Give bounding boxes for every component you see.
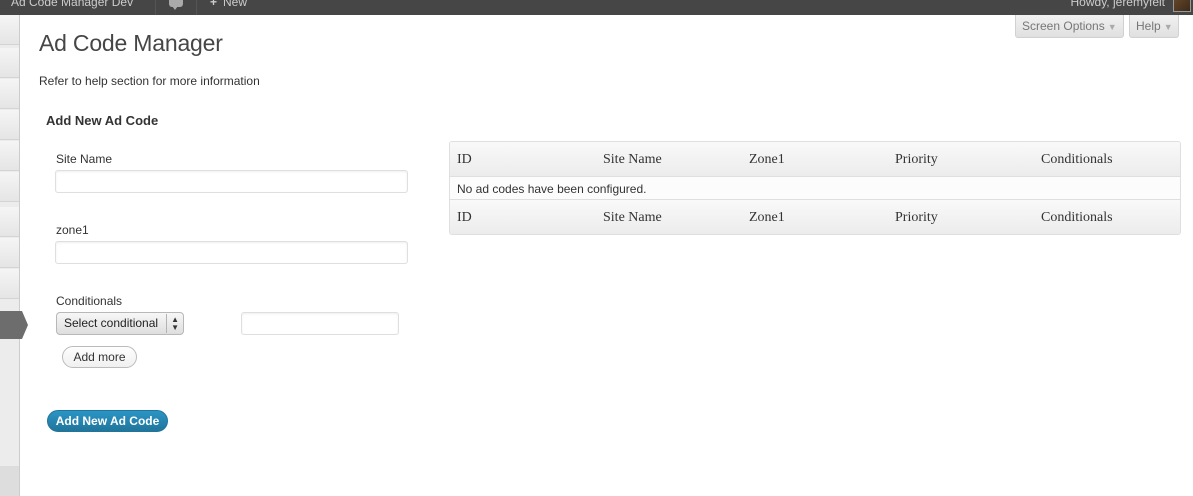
comments-icon <box>169 0 183 10</box>
conditional-value-input[interactable] <box>241 312 399 335</box>
menu-item-dashboard[interactable] <box>0 15 19 45</box>
add-new-ad-code-button[interactable]: Add New Ad Code <box>47 410 168 432</box>
menu-item-plugins[interactable] <box>0 238 19 268</box>
column-footer-priority[interactable]: Priority <box>895 200 938 234</box>
column-footer-zone1[interactable]: Zone1 <box>749 200 785 234</box>
screen-options-label: Screen Options <box>1022 19 1105 33</box>
menu-item-links[interactable] <box>0 110 19 140</box>
column-footer-site-name[interactable]: Site Name <box>603 200 662 234</box>
zone1-input[interactable] <box>55 241 408 264</box>
help-tab[interactable]: Help ▼ <box>1129 15 1179 38</box>
avatar[interactable] <box>1173 0 1191 12</box>
column-header-priority[interactable]: Priority <box>895 142 938 177</box>
zone1-label: zone1 <box>56 223 89 237</box>
site-name-input[interactable] <box>55 170 408 193</box>
new-label: New <box>223 0 248 9</box>
column-header-id[interactable]: ID <box>457 142 472 177</box>
help-label: Help <box>1136 19 1161 33</box>
menu-collapse[interactable] <box>0 466 19 496</box>
admin-bar: Ad Code Manager Dev + New Howdy, jeremyfe… <box>0 0 1193 15</box>
table-footer: ID Site Name Zone1 Priority Conditionals <box>450 199 1180 234</box>
comments-link[interactable] <box>157 0 197 15</box>
conditionals-label: Conditionals <box>56 294 123 308</box>
menu-item-media[interactable] <box>0 79 19 109</box>
select-divider <box>166 314 167 333</box>
admin-menu <box>0 15 28 496</box>
column-header-zone1[interactable]: Zone1 <box>749 142 785 177</box>
add-ad-code-heading: Add New Ad Code <box>46 113 159 128</box>
chevron-down-icon: ▼ <box>1163 22 1173 32</box>
conditional-select-value: Select conditional <box>64 316 159 330</box>
menu-item-posts[interactable] <box>0 48 19 78</box>
chevron-down-icon: ▼ <box>1107 22 1117 32</box>
select-arrows-icon: ▲ ▼ <box>171 315 179 332</box>
menu-item-appearance[interactable] <box>0 207 19 237</box>
table-row: No ad codes have been configured. <box>450 177 1180 199</box>
column-footer-id[interactable]: ID <box>457 200 472 234</box>
column-header-site-name[interactable]: Site Name <box>603 142 662 177</box>
menu-item-tools-current[interactable] <box>0 311 28 339</box>
add-more-button[interactable]: Add more <box>62 346 137 368</box>
new-content-link[interactable]: + New <box>198 0 247 15</box>
site-name-link[interactable]: Ad Code Manager Dev <box>0 0 156 15</box>
screen-options-tab[interactable]: Screen Options ▼ <box>1015 15 1124 38</box>
empty-message: No ad codes have been configured. <box>457 182 647 196</box>
site-name-label: Site Name <box>56 152 113 166</box>
column-header-conditionals[interactable]: Conditionals <box>1041 142 1113 177</box>
menu-item-comments[interactable] <box>0 172 19 202</box>
column-footer-conditionals[interactable]: Conditionals <box>1041 200 1113 234</box>
table-header: ID Site Name Zone1 Priority Conditionals <box>450 142 1180 177</box>
menu-item-pages[interactable] <box>0 141 19 171</box>
help-note: Refer to help section for more informati… <box>39 74 260 88</box>
menu-item-users[interactable] <box>0 269 19 299</box>
plus-icon: + <box>210 0 218 9</box>
ad-codes-table: ID Site Name Zone1 Priority Conditionals… <box>449 141 1181 235</box>
conditional-select[interactable]: Select conditional ▲ ▼ <box>56 312 184 335</box>
page-title: Ad Code Manager <box>39 30 223 56</box>
howdy-greeting[interactable]: Howdy, jeremyfelt <box>1071 0 1165 8</box>
